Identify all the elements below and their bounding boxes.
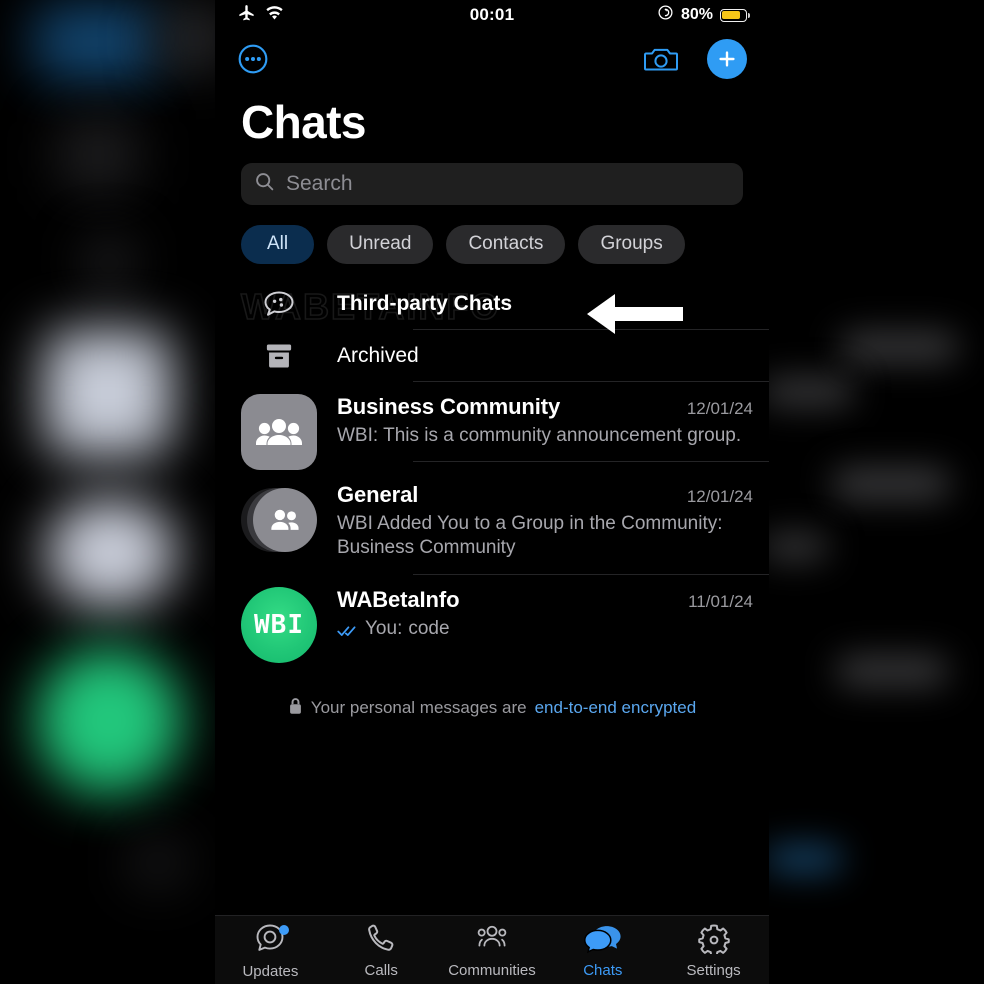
backdrop-blob <box>766 846 842 872</box>
archive-box-icon <box>241 330 317 382</box>
third-party-chat-bubble-icon <box>241 278 317 330</box>
tab-label: Settings <box>686 961 741 979</box>
tab-bar: Updates Calls Communities Chats Settings <box>215 915 769 984</box>
chat-preview: code <box>408 617 450 639</box>
battery-icon <box>720 8 751 22</box>
backdrop-blob <box>44 330 172 456</box>
chat-name: WABetaInfo <box>337 586 460 612</box>
tab-label: Chats <box>583 961 623 979</box>
filter-chip-all[interactable]: All <box>241 224 315 264</box>
read-receipt-icon <box>337 621 359 645</box>
tab-label: Updates <box>242 962 299 980</box>
backdrop-blob <box>840 332 958 362</box>
backdrop-blob <box>832 468 950 500</box>
tab-label: Calls <box>364 961 398 979</box>
tab-settings[interactable]: Settings <box>658 922 769 979</box>
chat-preview-prefix: You: <box>365 617 403 639</box>
battery-percent: 80% <box>680 6 713 23</box>
backdrop-blob <box>128 840 188 886</box>
archived-row[interactable]: Archived <box>215 330 769 382</box>
rotation-lock-icon <box>657 4 674 26</box>
community-group-avatar <box>241 393 317 470</box>
filter-chip-groups[interactable]: Groups <box>578 224 685 264</box>
backdrop-blob <box>86 240 132 286</box>
filter-chips: All Unread Contacts Groups <box>215 205 769 264</box>
chat-date: 12/01/24 <box>686 486 753 506</box>
encryption-text: Your personal messages are <box>310 698 527 718</box>
page-title: Chats <box>241 96 366 148</box>
wifi-icon <box>265 5 284 25</box>
wbi-avatar: WBI <box>241 586 317 663</box>
group-in-community-avatar <box>241 482 317 558</box>
backdrop-blob <box>762 378 854 406</box>
tab-chats[interactable]: Chats <box>547 922 658 979</box>
updates-badge <box>279 924 290 935</box>
chat-preview: WBI Added You to a Group in the Communit… <box>337 512 723 559</box>
phone-screen: 00:01 80% Chats Search All Unread Contac… <box>215 0 769 984</box>
chats-icon <box>583 922 622 959</box>
status-bar: 00:01 80% <box>215 0 769 30</box>
filter-chip-contacts[interactable]: Contacts <box>446 224 566 264</box>
chat-name: General <box>337 481 419 507</box>
chat-list-item[interactable]: WBI WABetaInfo 11/01/24 You: code <box>215 575 769 663</box>
third-party-chats-label: Third-party Chats <box>337 291 513 315</box>
nav-action-row <box>215 30 769 88</box>
chat-date: 12/01/24 <box>686 398 753 418</box>
camera-icon[interactable] <box>643 44 679 74</box>
tab-updates[interactable]: Updates <box>215 921 326 980</box>
new-chat-button[interactable] <box>707 39 747 79</box>
third-party-chats-row[interactable]: Third-party Chats <box>215 278 769 330</box>
phone-icon <box>365 922 397 959</box>
filter-chip-unread[interactable]: Unread <box>327 224 434 264</box>
chat-list-item[interactable]: General 12/01/24 WBI Added You to a Grou… <box>215 470 769 575</box>
backdrop-blob <box>36 648 182 794</box>
backdrop-blob <box>58 120 138 190</box>
backdrop-blob <box>762 534 828 560</box>
communities-icon <box>474 922 510 959</box>
more-options-icon[interactable] <box>237 43 269 75</box>
chat-date: 11/01/24 <box>688 591 753 611</box>
chat-name: Business Community <box>337 393 561 419</box>
backdrop-blob <box>836 656 948 686</box>
gear-icon <box>697 922 730 959</box>
tab-communities[interactable]: Communities <box>437 922 548 979</box>
archived-label: Archived <box>337 343 419 367</box>
search-input[interactable]: Search <box>241 162 743 205</box>
encryption-notice: Your personal messages are end-to-end en… <box>215 697 769 720</box>
chat-preview: WBI: This is a community announcement gr… <box>337 424 742 446</box>
airplane-mode-icon <box>237 3 256 27</box>
backdrop-blob <box>34 4 160 80</box>
search-placeholder: Search <box>286 171 353 195</box>
tab-label: Communities <box>448 961 536 979</box>
avatar-initials: WBI <box>241 586 317 663</box>
lock-icon <box>288 697 303 720</box>
search-icon <box>254 171 275 197</box>
chat-list: Third-party Chats Archived Business Comm… <box>215 278 769 720</box>
screenshot-root: 00:01 80% Chats Search All Unread Contac… <box>0 0 984 984</box>
chat-list-item[interactable]: Business Community 12/01/24 WBI: This is… <box>215 382 769 470</box>
backdrop-blob <box>46 498 176 608</box>
encryption-link[interactable]: end-to-end encrypted <box>535 698 697 718</box>
tab-calls[interactable]: Calls <box>326 922 437 979</box>
